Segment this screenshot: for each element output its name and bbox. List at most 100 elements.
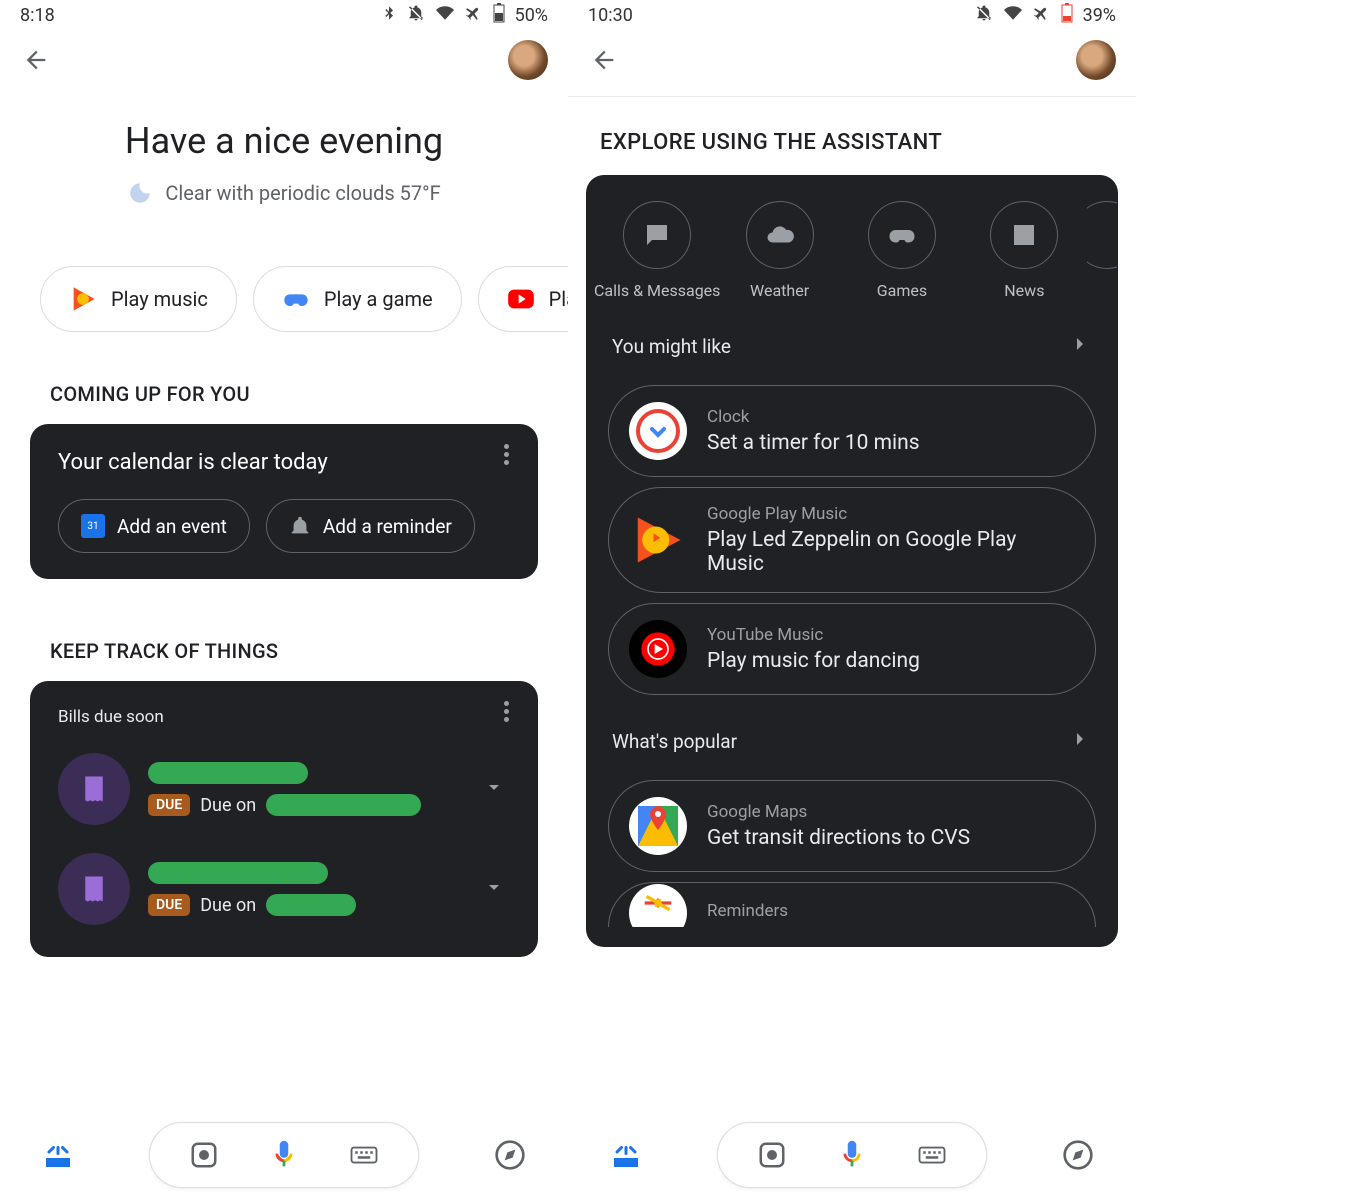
lens-icon[interactable] bbox=[186, 1137, 222, 1173]
explore-icon[interactable] bbox=[1060, 1137, 1096, 1173]
back-button[interactable] bbox=[20, 44, 52, 76]
suggestion-maps[interactable]: Google Maps Get transit directions to CV… bbox=[608, 780, 1096, 872]
redacted-name bbox=[148, 862, 328, 884]
status-bar: 10:30 39% bbox=[568, 0, 1136, 30]
play-music-icon bbox=[629, 511, 687, 569]
redacted-name bbox=[148, 762, 308, 784]
clock-icon bbox=[629, 402, 687, 460]
maps-icon bbox=[629, 797, 687, 855]
suggestion-app: Reminders bbox=[707, 901, 788, 921]
mic-icon[interactable] bbox=[834, 1137, 870, 1173]
news-icon bbox=[1009, 220, 1039, 250]
lens-icon[interactable] bbox=[754, 1137, 790, 1173]
moon-icon bbox=[127, 180, 153, 206]
suggestion-app: Google Play Music bbox=[707, 504, 1075, 524]
cloud-icon bbox=[765, 220, 795, 250]
assistant-input-pill[interactable] bbox=[717, 1122, 987, 1188]
category-more[interactable] bbox=[1087, 201, 1117, 300]
card-more-button[interactable] bbox=[492, 697, 520, 725]
reminder-icon bbox=[289, 515, 311, 537]
bills-card: Bills due soon DUE Due on bbox=[30, 681, 538, 957]
app-bar bbox=[568, 30, 1136, 90]
chip-play-music[interactable]: Play music bbox=[40, 266, 237, 332]
calendar-icon: 31 bbox=[81, 514, 105, 538]
airplane-icon bbox=[1033, 4, 1051, 27]
profile-avatar[interactable] bbox=[508, 40, 548, 80]
wifi-icon bbox=[435, 4, 455, 27]
category-label: News bbox=[1004, 281, 1044, 300]
keep-track-header: KEEP TRACK OF THINGS bbox=[0, 619, 568, 681]
bills-title: Bills due soon bbox=[58, 707, 510, 727]
suggestion-play-music[interactable]: Google Play Music Play Led Zeppelin on G… bbox=[608, 487, 1096, 593]
category-label: Weather bbox=[750, 281, 809, 300]
status-icons: 50% bbox=[381, 3, 548, 28]
bill-item[interactable]: DUE Due on bbox=[58, 753, 510, 825]
category-news[interactable]: News bbox=[964, 201, 1084, 300]
calendar-card: Your calendar is clear today 31 Add an e… bbox=[30, 424, 538, 579]
receipt-icon bbox=[58, 753, 130, 825]
coming-up-header: COMING UP FOR YOU bbox=[0, 362, 568, 424]
chip-label: Play a game bbox=[324, 287, 433, 311]
battery-percent: 39% bbox=[1083, 5, 1116, 26]
bill-item[interactable]: DUE Due on bbox=[58, 853, 510, 925]
battery-percent: 50% bbox=[515, 5, 548, 26]
dnd-icon bbox=[407, 4, 425, 27]
assistant-input-pill[interactable] bbox=[149, 1122, 419, 1188]
gamepad-icon bbox=[282, 285, 310, 313]
category-weather[interactable]: Weather bbox=[720, 201, 840, 300]
you-might-like-header[interactable]: You might like bbox=[586, 310, 1118, 375]
explore-icon[interactable] bbox=[492, 1137, 528, 1173]
battery-low-icon bbox=[1061, 3, 1073, 28]
updates-icon[interactable] bbox=[608, 1137, 644, 1173]
bluetooth-icon bbox=[381, 4, 397, 27]
sub-header-label: What's popular bbox=[612, 730, 737, 753]
due-on-label: Due on bbox=[200, 795, 256, 816]
explore-card: Calls & Messages Weather Games News bbox=[586, 175, 1118, 947]
chip-youtube[interactable]: Pla bbox=[478, 266, 568, 332]
messages-icon bbox=[642, 220, 672, 250]
suggestion-youtube-music[interactable]: YouTube Music Play music for dancing bbox=[608, 603, 1096, 695]
bottom-bar bbox=[0, 1104, 568, 1204]
battery-icon bbox=[493, 3, 505, 28]
category-label: Calls & Messages bbox=[594, 281, 720, 300]
due-on-label: Due on bbox=[200, 895, 256, 916]
greeting-title: Have a nice evening bbox=[20, 120, 548, 162]
add-event-button[interactable]: 31 Add an event bbox=[58, 499, 250, 553]
suggestion-action: Set a timer for 10 mins bbox=[707, 431, 920, 455]
keyboard-icon[interactable] bbox=[914, 1137, 950, 1173]
whats-popular-header[interactable]: What's popular bbox=[586, 705, 1118, 770]
profile-avatar[interactable] bbox=[1076, 40, 1116, 80]
greeting-block: Have a nice evening Clear with periodic … bbox=[0, 90, 568, 216]
suggestion-clock[interactable]: Clock Set a timer for 10 mins bbox=[608, 385, 1096, 477]
expand-icon[interactable] bbox=[482, 875, 510, 903]
gamepad-icon bbox=[887, 220, 917, 250]
bottom-bar bbox=[568, 1104, 1136, 1204]
pill-label: Add a reminder bbox=[323, 515, 452, 538]
card-more-button[interactable] bbox=[492, 440, 520, 468]
updates-icon[interactable] bbox=[40, 1137, 76, 1173]
chevron-right-icon[interactable] bbox=[1068, 727, 1092, 756]
chip-play-game[interactable]: Play a game bbox=[253, 266, 462, 332]
keyboard-icon[interactable] bbox=[346, 1137, 382, 1173]
expand-icon[interactable] bbox=[482, 775, 510, 803]
category-calls[interactable]: Calls & Messages bbox=[597, 201, 717, 300]
sub-header-label: You might like bbox=[612, 335, 731, 358]
chevron-right-icon[interactable] bbox=[1068, 332, 1092, 361]
explore-header: EXPLORE USING THE ASSISTANT bbox=[568, 90, 1136, 175]
status-time: 10:30 bbox=[588, 5, 633, 26]
due-badge: DUE bbox=[148, 794, 190, 816]
category-row[interactable]: Calls & Messages Weather Games News bbox=[586, 197, 1118, 310]
suggestion-reminders[interactable]: Reminders bbox=[608, 882, 1096, 927]
add-reminder-button[interactable]: Add a reminder bbox=[266, 499, 475, 553]
chip-label: Play music bbox=[111, 287, 208, 311]
wifi-icon bbox=[1003, 4, 1023, 27]
mic-icon[interactable] bbox=[266, 1137, 302, 1173]
quick-chip-row[interactable]: Play music Play a game Pla bbox=[0, 216, 568, 362]
status-icons: 39% bbox=[975, 3, 1116, 28]
app-bar bbox=[0, 30, 568, 90]
dnd-icon bbox=[975, 4, 993, 27]
weather-text: Clear with periodic clouds 57°F bbox=[165, 181, 440, 205]
redacted-date bbox=[266, 894, 356, 916]
back-button[interactable] bbox=[588, 44, 620, 76]
category-games[interactable]: Games bbox=[842, 201, 962, 300]
